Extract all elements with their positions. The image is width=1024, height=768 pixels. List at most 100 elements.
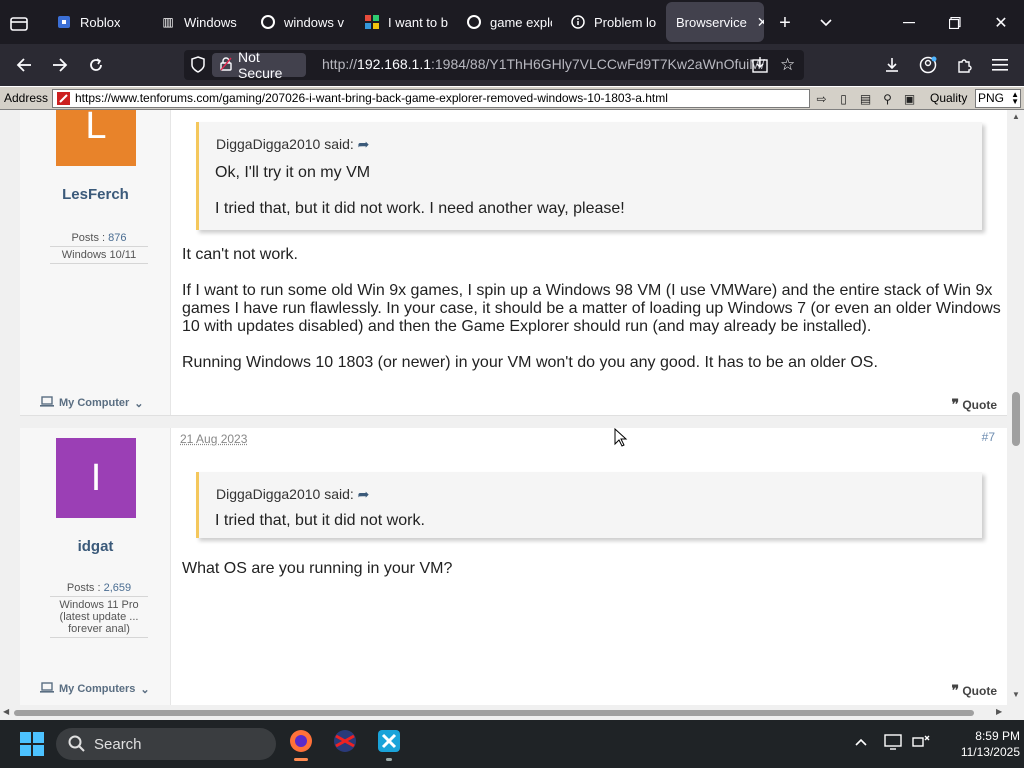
quote-line: I tried that, but it did not work. I nee… xyxy=(215,200,625,217)
url-host: 192.168.1.1 xyxy=(357,56,431,72)
extensions-icon[interactable] xyxy=(952,54,976,76)
page-content: L LesFerch Posts : 876 Windows 10/11 My … xyxy=(0,110,1008,705)
post-author-sidebar: L LesFerch Posts : 876 Windows 10/11 My … xyxy=(20,110,171,415)
os-info: Windows 11 Pro (latest update ... foreve… xyxy=(50,597,148,638)
quote-button[interactable]: ❞ Quote xyxy=(951,396,997,413)
windows-start-icon[interactable] xyxy=(20,732,44,761)
account-icon[interactable] xyxy=(916,54,940,76)
url-prefix: http:// xyxy=(322,56,358,72)
posts-count[interactable]: 2,659 xyxy=(104,582,132,594)
posts-count-row: Posts : 876 xyxy=(50,230,148,247)
quote-icon: ❞ xyxy=(951,682,959,698)
close-window-button[interactable]: ✕ xyxy=(990,12,1012,34)
address-label: Address xyxy=(4,91,49,105)
avatar[interactable]: L xyxy=(56,110,136,166)
maximize-button[interactable] xyxy=(944,12,966,34)
tab-windows-vi[interactable]: windows vi xyxy=(260,2,344,42)
my-computers-link[interactable]: My Computers ⌄ xyxy=(40,682,150,696)
chevron-up-icon[interactable] xyxy=(854,734,868,752)
username[interactable]: LesFerch xyxy=(20,186,171,203)
spinner-icon[interactable]: ▲ ▼ xyxy=(1011,91,1019,106)
network-icon[interactable] xyxy=(912,734,930,755)
quote-author-name: DiggaDigga2010 said: xyxy=(216,136,354,152)
tab-list-icon[interactable] xyxy=(8,12,30,34)
tab-bar: Roblox ▥ Windows V windows vi I want to … xyxy=(0,0,1024,44)
post-date[interactable]: 21 Aug 2023 xyxy=(180,432,247,446)
taskbar: Search 8:59 PM 11/13/2025 xyxy=(0,720,1024,768)
os-info: Windows 10/11 xyxy=(50,247,148,264)
tab-i-want-to-b[interactable]: I want to b xyxy=(364,2,448,42)
reload-icon[interactable] xyxy=(84,54,108,76)
tab-problem-lo[interactable]: Problem lo xyxy=(570,2,656,42)
close-icon[interactable]: ✕ xyxy=(757,14,764,31)
avatar-letter: I xyxy=(90,456,102,499)
go-arrow-icon[interactable]: ⇨ xyxy=(812,89,831,108)
scroll-right-icon[interactable]: ▶ xyxy=(996,707,1002,716)
quote-button[interactable]: ❞ Quote xyxy=(951,682,997,699)
url-bar[interactable]: Not Secure http://192.168.1.1:1984/88/Y1… xyxy=(184,49,804,81)
display-icon[interactable] xyxy=(884,734,902,755)
post-paragraph: It can't not work. xyxy=(182,246,298,263)
posts-label: Posts : xyxy=(66,582,101,594)
url-path: :1984/88/Y1ThH6GHly7VLCCwFd9T7Kw2aWnOfui… xyxy=(431,56,765,72)
tab-windows-v[interactable]: ▥ Windows V xyxy=(160,2,240,42)
clock-time: 8:59 PM xyxy=(975,729,1020,743)
url-text[interactable]: http://192.168.1.1:1984/88/Y1ThH6GHly7VL… xyxy=(322,56,765,72)
minimize-button[interactable] xyxy=(898,12,920,34)
menu-icon[interactable] xyxy=(988,54,1012,76)
forum-post: L LesFerch Posts : 876 Windows 10/11 My … xyxy=(20,110,1007,416)
my-computer-link[interactable]: My Computer ⌄ xyxy=(40,396,144,410)
chevron-down-icon[interactable] xyxy=(815,12,837,34)
forward-arrow-icon[interactable] xyxy=(48,54,72,76)
posts-count[interactable]: 876 xyxy=(108,232,126,244)
shield-icon[interactable] xyxy=(190,56,206,79)
taskbar-search[interactable]: Search xyxy=(56,728,276,760)
tab-roblox[interactable]: Roblox xyxy=(56,2,148,42)
horizontal-scrollbar[interactable]: ◀ ▶ xyxy=(0,705,1024,720)
avatar[interactable]: I xyxy=(56,438,136,518)
quote-block: DiggaDigga2010 said: ➦ I tried that, but… xyxy=(196,472,982,538)
scroll-up-icon[interactable]: ▲ xyxy=(1012,112,1020,121)
not-secure-badge[interactable]: Not Secure xyxy=(212,49,306,81)
tab-browservice[interactable]: Browservice ✕ xyxy=(666,2,764,42)
quote-author: DiggaDigga2010 said: ➦ xyxy=(216,136,369,153)
author-meta: Posts : 2,659 Windows 11 Pro (latest upd… xyxy=(50,580,148,638)
save-page-icon[interactable] xyxy=(752,57,768,78)
vertical-scrollbar[interactable]: ▲ ▼ xyxy=(1008,110,1024,705)
info-icon xyxy=(570,14,586,30)
reply-arrow-icon[interactable]: ➦ xyxy=(358,136,370,152)
find-icon[interactable]: ⚲ xyxy=(878,89,897,108)
star-icon[interactable]: ☆ xyxy=(780,55,795,75)
chevron-down-icon: ⌄ xyxy=(140,683,150,696)
scroll-thumb[interactable] xyxy=(14,710,974,716)
scroll-thumb[interactable] xyxy=(1012,392,1020,446)
quality-select[interactable]: PNG ▲ ▼ xyxy=(975,89,1021,108)
forum-post: I idgat Posts : 2,659 Windows 11 Pro (la… xyxy=(20,428,1007,705)
tab-game-explo[interactable]: game explo xyxy=(466,2,552,42)
quote-icon: ❞ xyxy=(951,396,959,412)
scroll-left-icon[interactable]: ◀ xyxy=(3,707,9,716)
back-arrow-icon[interactable] xyxy=(12,54,36,76)
bookmark-icon[interactable]: ▯ xyxy=(834,89,853,108)
system-clock[interactable]: 8:59 PM 11/13/2025 xyxy=(940,728,1020,760)
chevron-down-icon: ⌄ xyxy=(134,397,144,410)
browser-app-icon[interactable] xyxy=(332,728,358,759)
tab-label: Problem lo xyxy=(594,14,656,30)
firefox-icon[interactable] xyxy=(288,728,314,762)
search-icon xyxy=(68,735,86,757)
search-placeholder: Search xyxy=(94,735,142,753)
quote-author: DiggaDigga2010 said: ➦ xyxy=(216,486,369,503)
reply-arrow-icon[interactable]: ➦ xyxy=(358,486,370,502)
avatar-letter: L xyxy=(85,110,107,147)
paste-icon[interactable]: ▣ xyxy=(900,89,919,108)
username[interactable]: idgat xyxy=(20,538,171,555)
my-computer-label: My Computer xyxy=(59,397,130,409)
clipboard-icon[interactable]: ▤ xyxy=(856,89,875,108)
clock-date: 11/13/2025 xyxy=(960,745,1020,759)
new-tab-button[interactable]: + xyxy=(774,12,796,34)
app-icon[interactable] xyxy=(376,728,402,762)
post-number[interactable]: #7 xyxy=(982,430,995,444)
downloads-icon[interactable] xyxy=(880,54,904,76)
address-input[interactable]: https://www.tenforums.com/gaming/207026-… xyxy=(52,89,810,108)
scroll-down-icon[interactable]: ▼ xyxy=(1012,690,1020,699)
